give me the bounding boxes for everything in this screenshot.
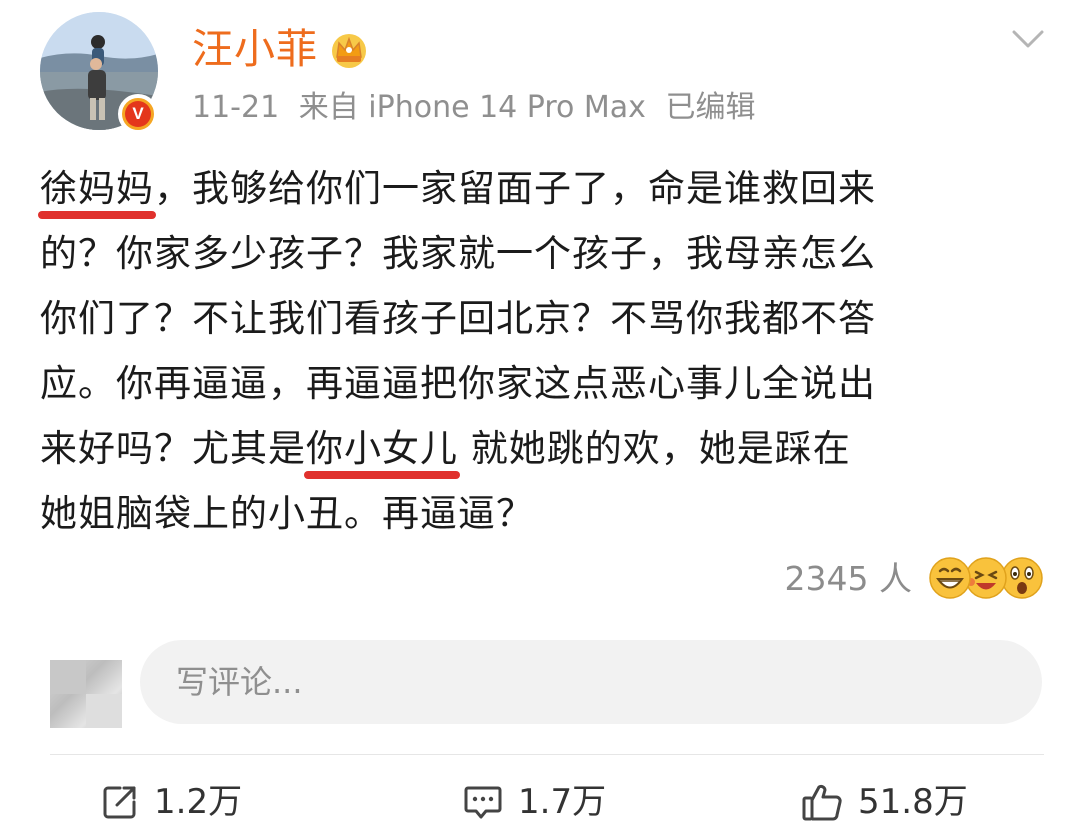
repost-count: 1.2万 xyxy=(154,782,243,822)
verified-badge: V xyxy=(118,94,158,134)
repost-button[interactable]: 1.2万 xyxy=(100,776,242,828)
laugh-tears-icon xyxy=(965,557,1007,599)
edited-label[interactable]: 已编辑 xyxy=(665,90,755,125)
post-line: 她姐脑袋上的小丑。再逼逼？ xyxy=(40,492,534,535)
post-line: 来好吗？尤其是你小女儿 就她跳的欢，她是踩在 xyxy=(40,416,1050,481)
chevron-down-icon[interactable] xyxy=(1008,24,1048,54)
like-button[interactable]: 51.8万 xyxy=(800,776,968,828)
post-date: 11-21 xyxy=(192,90,280,125)
divider xyxy=(50,754,1044,755)
reaction-emojis[interactable] xyxy=(924,552,1048,604)
post-line: 应。你再逼逼，再逼逼把你家这点恶心事儿全说出 xyxy=(40,362,876,405)
crown-icon xyxy=(332,34,366,68)
post-meta: 11-21 来自 iPhone 14 Pro Max 已编辑 xyxy=(192,88,765,128)
highlighted-phrase: 你小女儿 xyxy=(304,416,460,481)
highlighted-phrase: 徐妈妈 xyxy=(38,156,156,221)
repost-icon xyxy=(103,786,136,819)
commenter-avatar xyxy=(50,660,122,728)
username[interactable]: 汪小菲 xyxy=(192,24,318,74)
comment-icon xyxy=(464,786,502,819)
post-source: 来自 iPhone 14 Pro Max xyxy=(298,90,646,125)
comment-input[interactable]: 写评论... xyxy=(140,640,1042,724)
post-body: 徐妈妈，我够给你们一家留面子了，命是谁救回来 的？你家多少孩子？我家就一个孩子，… xyxy=(38,156,1050,546)
comment-button[interactable]: 1.7万 xyxy=(462,776,606,828)
like-count: 51.8万 xyxy=(858,782,968,822)
thumbs-up-icon xyxy=(802,784,842,821)
grin-icon xyxy=(929,557,971,599)
surprised-icon xyxy=(1001,557,1043,599)
comment-count: 1.7万 xyxy=(518,782,607,822)
post-line: 徐妈妈，我够给你们一家留面子了，命是谁救回来 xyxy=(38,156,1050,221)
post-line: 的？你家多少孩子？我家就一个孩子，我母亲怎么 xyxy=(40,232,876,275)
post-line: 你们了？不让我们看孩子回北京？不骂你我都不答 xyxy=(40,297,876,340)
reaction-count[interactable]: 2345 人 xyxy=(785,556,912,602)
